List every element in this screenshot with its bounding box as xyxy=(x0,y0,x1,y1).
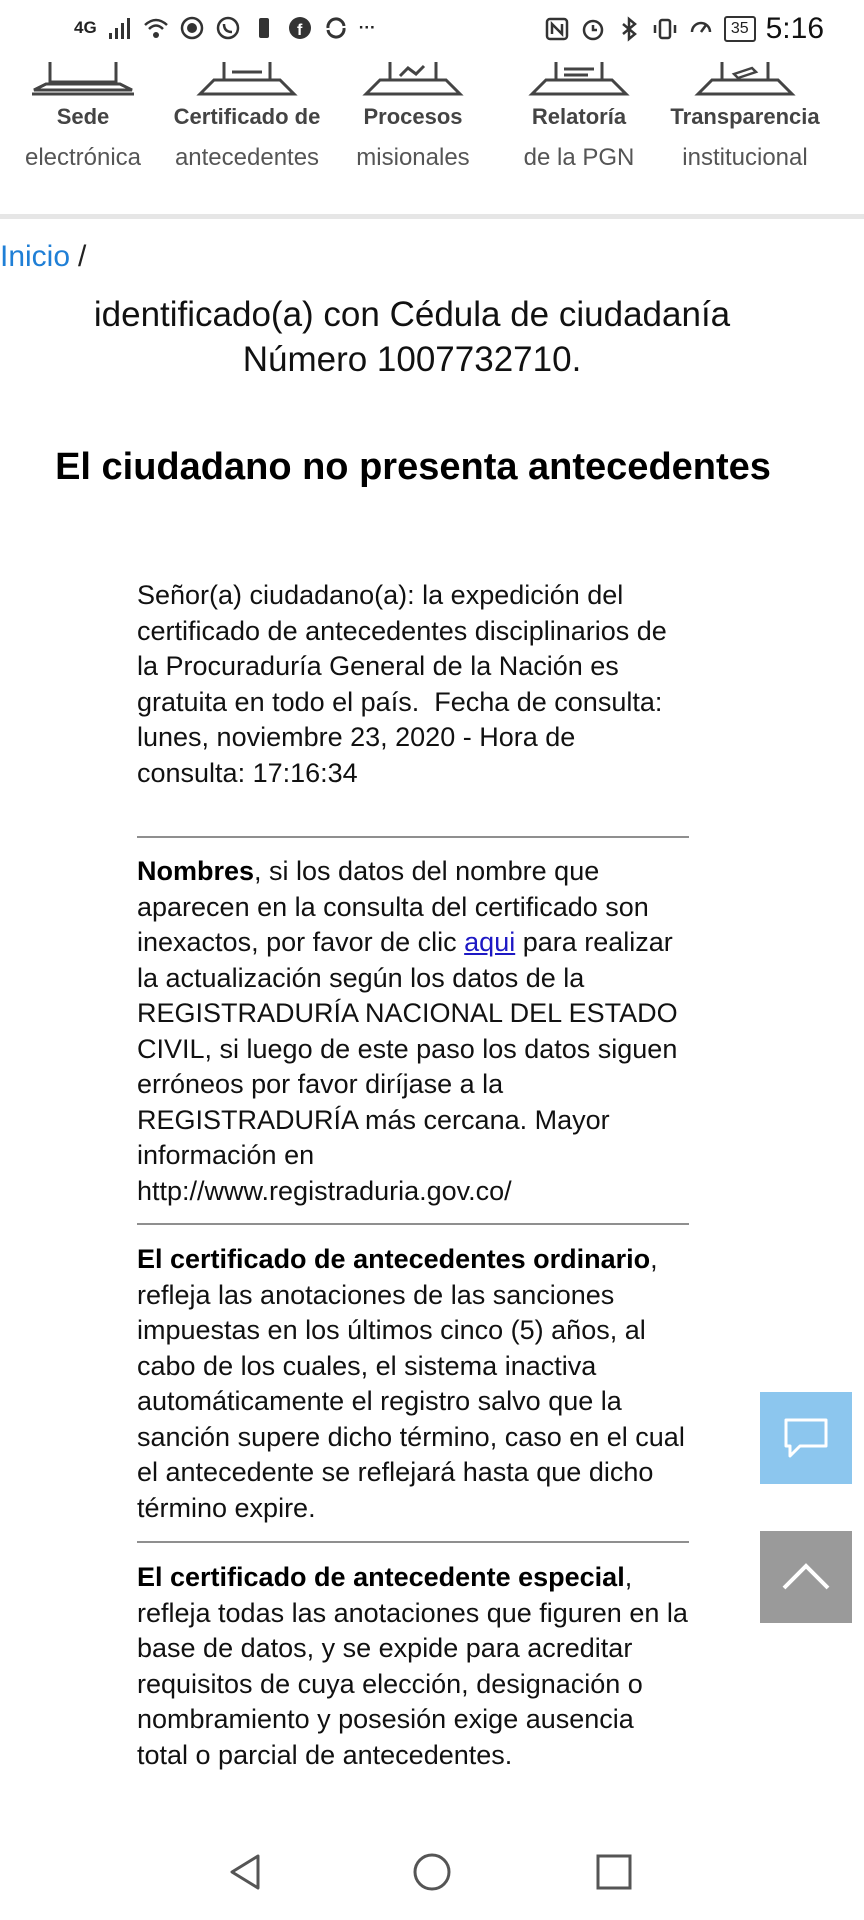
ordinary-heading: El certificado de antecedentes ordinario xyxy=(137,1244,651,1274)
signal-icon xyxy=(108,18,130,39)
scroll-to-top-button[interactable] xyxy=(760,1531,852,1623)
network-type: 4G xyxy=(74,18,97,37)
status-bar-right: 35 5:16 xyxy=(544,12,824,46)
phone-battery-icon xyxy=(258,18,269,38)
nav-label-line1: Sede xyxy=(56,104,110,129)
chat-icon xyxy=(784,1418,828,1458)
names-heading: Nombres xyxy=(137,856,255,886)
names-text: Nombres, si los datos del nombre que apa… xyxy=(137,854,689,1209)
breadcrumb: Inicio / xyxy=(0,240,86,274)
nav-divider xyxy=(0,214,864,219)
special-certificate-section: El certificado de antecedente especial, … xyxy=(137,1560,689,1773)
battery-indicator: 35 xyxy=(723,16,756,42)
status-bar-left: 4G f ··· xyxy=(74,14,376,42)
recents-icon[interactable] xyxy=(592,1850,636,1894)
wifi-icon xyxy=(143,18,168,38)
document-pen-icon xyxy=(694,62,796,96)
nav-item-sede-electronica[interactable]: Sede electrónica xyxy=(0,62,166,172)
document-image-icon xyxy=(362,62,464,96)
nav-item-transparencia-institucional[interactable]: Transparencia institucional xyxy=(662,62,828,172)
identity-text: identificado(a) con Cédula de ciudadanía… xyxy=(40,292,784,382)
result-title: El ciudadano no presenta antecedentes xyxy=(55,446,771,488)
special-description: , refleja todas las anotaciones que figu… xyxy=(137,1562,688,1770)
clock: 5:16 xyxy=(765,12,824,45)
nav-label-line2: de la PGN xyxy=(523,144,635,171)
nav-label-line1: Procesos xyxy=(363,104,463,129)
nav-label-line2: institucional xyxy=(682,144,808,171)
vibrate-icon xyxy=(653,18,677,40)
alarm-icon xyxy=(582,19,604,41)
record-icon xyxy=(180,16,203,40)
nav-label-line1: Certificado de xyxy=(173,104,321,129)
notice-block: Señor(a) ciudadano(a): la expedición del… xyxy=(137,578,689,791)
identity-line-1: identificado(a) con Cédula de ciudadanía xyxy=(93,295,731,334)
facebook-icon: f xyxy=(288,17,311,39)
laptop-icon xyxy=(32,62,134,96)
home-icon[interactable] xyxy=(410,1850,454,1894)
ordinary-text: El certificado de antecedentes ordinario… xyxy=(137,1242,689,1526)
nfc-icon xyxy=(545,17,569,41)
section-divider xyxy=(137,1541,689,1543)
nav-label-line2: electrónica xyxy=(24,144,142,171)
nav-item-procesos-misionales[interactable]: Procesos misionales xyxy=(330,62,496,172)
section-divider xyxy=(137,836,689,838)
breadcrumb-separator: / xyxy=(78,240,87,273)
nav-item-relatoria-pgn[interactable]: Relatoría de la PGN xyxy=(496,62,662,172)
nav-label-line2: misionales xyxy=(356,144,470,171)
document-lines-icon xyxy=(528,62,630,96)
nav-label-line1: Transparencia xyxy=(670,104,820,129)
identity-line-2: Número 1007732710. xyxy=(242,340,582,379)
names-text-after-link: para realizar la actualización según los… xyxy=(137,927,678,1206)
breadcrumb-home-link[interactable]: Inicio xyxy=(0,240,70,273)
special-heading: El certificado de antecedente especial xyxy=(137,1562,625,1592)
nav-item-certificado-antecedentes[interactable]: Certificado de antecedentes xyxy=(164,62,330,172)
nav-label-line1: Relatoría xyxy=(531,104,627,129)
update-names-link[interactable]: aqui xyxy=(464,927,515,957)
status-bar: 4G f ··· 35 5:16 xyxy=(0,0,864,62)
sync-icon xyxy=(326,17,346,39)
ordinary-certificate-section: El certificado de antecedentes ordinario… xyxy=(137,1242,689,1526)
chevron-up-icon xyxy=(782,1563,830,1590)
data-saver-icon xyxy=(690,21,712,33)
ordinary-description: , refleja las anotaciones de las sancion… xyxy=(137,1244,685,1523)
certificate-tray-icon xyxy=(196,62,298,96)
more-notifications-icon: ··· xyxy=(358,18,376,37)
section-divider xyxy=(137,1223,689,1225)
back-icon[interactable] xyxy=(224,1850,268,1894)
bluetooth-icon xyxy=(622,16,637,42)
nav-label-line2: antecedentes xyxy=(174,144,320,171)
special-text: El certificado de antecedente especial, … xyxy=(137,1560,689,1773)
system-navigation-bar xyxy=(0,1820,864,1920)
top-navigation: Sede electrónica Certificado de antecede… xyxy=(0,62,864,212)
chat-button[interactable] xyxy=(760,1392,852,1484)
notice-text: Señor(a) ciudadano(a): la expedición del… xyxy=(137,578,689,791)
svg-text:f: f xyxy=(297,22,303,39)
names-section: Nombres, si los datos del nombre que apa… xyxy=(137,854,689,1209)
whatsapp-icon xyxy=(216,16,239,40)
